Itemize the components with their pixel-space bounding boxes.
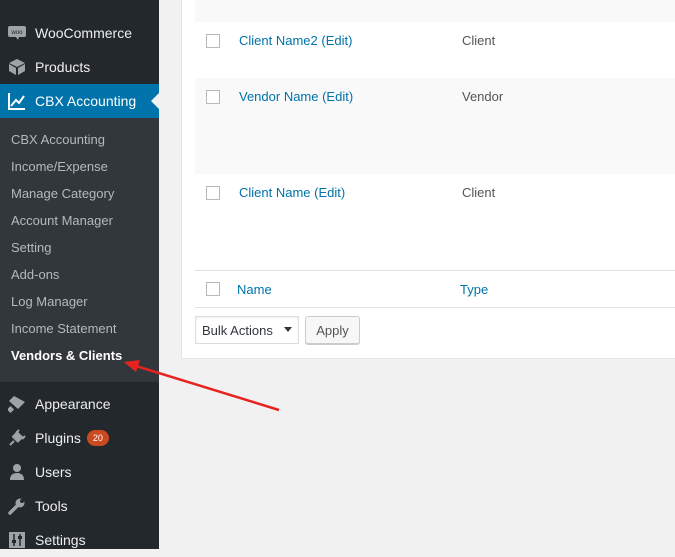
table-row: Client Name2 (Edit) Client — [195, 22, 675, 78]
submenu-log-manager[interactable]: Log Manager — [11, 294, 88, 309]
menu-woocommerce-label: WooCommerce — [35, 25, 132, 41]
woo-icon-text: woo — [10, 30, 23, 36]
row-type: Client — [462, 33, 496, 48]
table-row-partial — [195, 0, 675, 22]
menu-tools[interactable]: Tools — [0, 489, 159, 523]
select-all-checkbox[interactable] — [206, 282, 220, 296]
row-type: Vendor — [462, 89, 504, 104]
chart-line-icon — [8, 92, 26, 110]
admin-sidebar: woo WooCommerce Products CBX Accounting … — [0, 0, 159, 549]
menu-tools-label: Tools — [35, 498, 68, 514]
menu-products[interactable]: Products — [0, 50, 159, 84]
menu-settings-label: Settings — [35, 532, 86, 548]
row-checkbox[interactable] — [206, 90, 220, 104]
products-box-icon — [8, 58, 26, 76]
user-icon — [8, 463, 26, 481]
row-name-link[interactable]: Client Name (Edit) — [239, 185, 345, 200]
menu-cbx-accounting[interactable]: CBX Accounting — [0, 84, 159, 118]
submenu-income-statement[interactable]: Income Statement — [11, 321, 117, 336]
row-checkbox[interactable] — [206, 34, 220, 48]
plug-icon — [8, 429, 26, 447]
menu-appearance-label: Appearance — [35, 396, 111, 412]
menu-users[interactable]: Users — [0, 455, 159, 489]
row-name-link[interactable]: Vendor Name (Edit) — [239, 89, 353, 104]
row-name-link[interactable]: Client Name2 (Edit) — [239, 33, 352, 48]
apply-button[interactable]: Apply — [305, 316, 360, 344]
sliders-icon — [8, 531, 26, 549]
vendors-clients-panel: Client Name2 (Edit) Client Vendor Name (… — [181, 0, 675, 359]
wrench-icon — [8, 497, 26, 515]
submenu-income-expense[interactable]: Income/Expense — [11, 159, 108, 174]
menu-plugins[interactable]: Plugins 20 — [0, 421, 159, 455]
submenu-vendors-clients[interactable]: Vendors & Clients — [11, 348, 122, 363]
column-header-type[interactable]: Type — [460, 282, 488, 297]
row-type: Client — [462, 185, 496, 200]
menu-cbx-accounting-label: CBX Accounting — [35, 93, 137, 109]
paintbrush-icon — [8, 395, 26, 413]
menu-plugins-label: Plugins — [35, 430, 81, 446]
bulk-actions-select[interactable]: Bulk Actions — [195, 316, 299, 344]
table-footer-header: Name Type — [195, 270, 675, 308]
column-header-name[interactable]: Name — [237, 282, 272, 297]
menu-settings[interactable]: Settings — [0, 523, 159, 557]
table-row: Client Name (Edit) Client — [195, 174, 675, 270]
woocommerce-icon: woo — [8, 24, 26, 42]
bulk-actions-label: Bulk Actions — [202, 323, 273, 338]
submenu-account-manager[interactable]: Account Manager — [11, 213, 113, 228]
submenu-setting[interactable]: Setting — [11, 240, 51, 255]
chevron-down-icon — [284, 327, 292, 332]
table-row: Vendor Name (Edit) Vendor — [195, 78, 675, 174]
submenu-add-ons[interactable]: Add-ons — [11, 267, 59, 282]
cbx-accounting-submenu: CBX Accounting Income/Expense Manage Cat… — [0, 118, 159, 382]
menu-woocommerce[interactable]: woo WooCommerce — [0, 16, 159, 50]
submenu-cbx-accounting[interactable]: CBX Accounting — [11, 132, 105, 147]
row-checkbox[interactable] — [206, 186, 220, 200]
plugins-update-badge: 20 — [86, 430, 109, 446]
menu-products-label: Products — [35, 59, 91, 75]
menu-appearance[interactable]: Appearance — [0, 387, 159, 421]
submenu-manage-category[interactable]: Manage Category — [11, 186, 114, 201]
menu-users-label: Users — [35, 464, 72, 480]
